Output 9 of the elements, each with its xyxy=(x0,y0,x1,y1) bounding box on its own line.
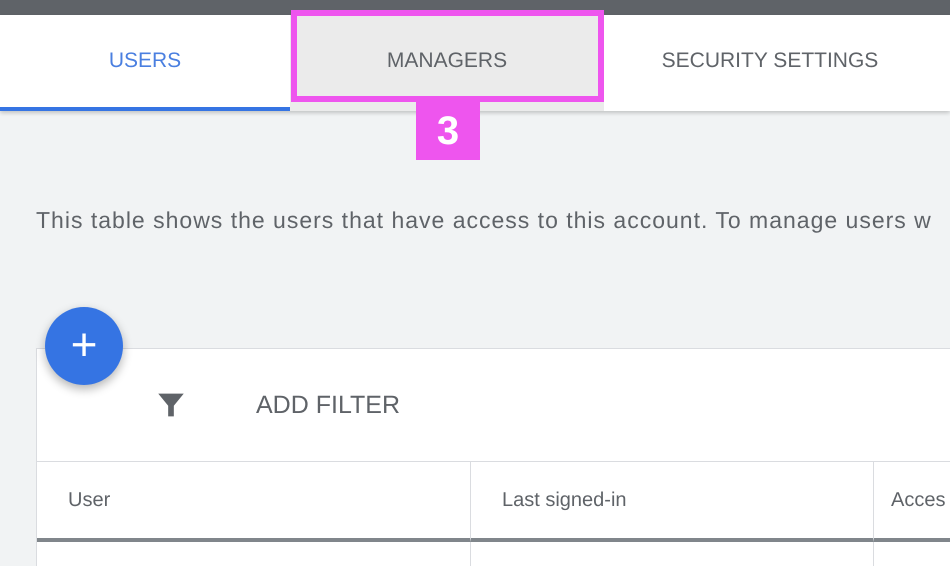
column-header: Last signed-in xyxy=(471,462,874,542)
add-button[interactable]: + xyxy=(45,307,123,385)
column-header: Acces xyxy=(874,462,950,542)
tab[interactable]: USERS xyxy=(0,15,290,111)
add-filter-button[interactable]: ADD FILTER xyxy=(256,390,400,420)
description-text: This table shows the users that have access to this account. To manage users w xyxy=(36,207,933,234)
column-header: User xyxy=(37,462,471,542)
tab[interactable]: SECURITY SETTINGS xyxy=(604,15,936,111)
callout-number: 3 xyxy=(416,102,480,160)
